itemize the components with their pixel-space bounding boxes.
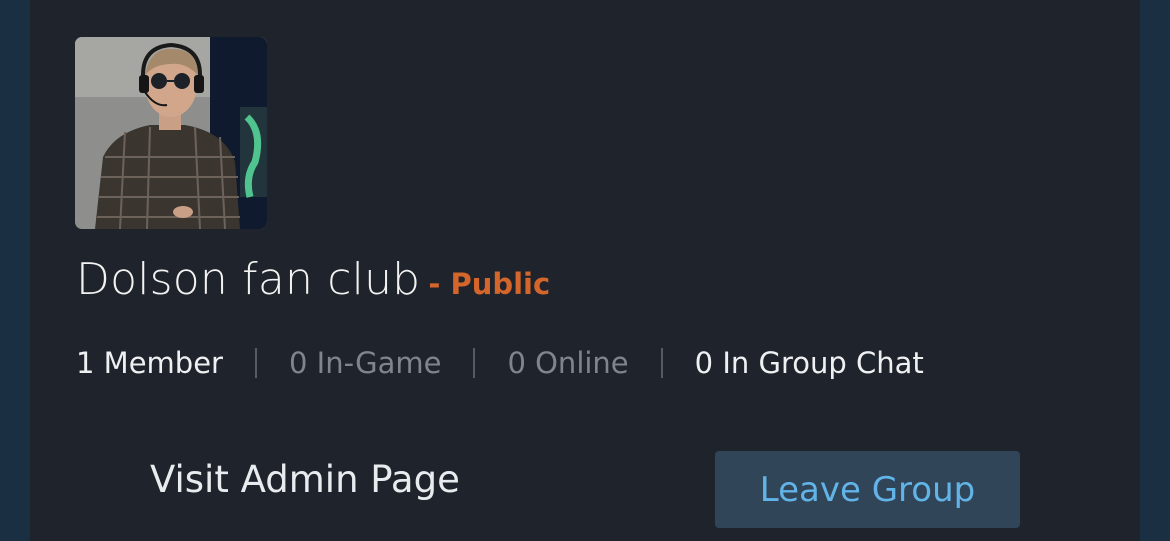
group-avatar — [75, 37, 267, 229]
member-count[interactable]: 1 Member — [76, 346, 223, 380]
divider — [660, 348, 663, 378]
leave-group-label: Leave Group — [759, 469, 976, 510]
group-chat-count[interactable]: 0 In Group Chat — [695, 346, 924, 380]
online-count: 0 Online — [507, 346, 629, 380]
group-name: Dolson fan club — [76, 254, 421, 305]
divider — [254, 348, 257, 378]
avatar-photo-icon — [75, 37, 267, 229]
privacy-badge: - Public — [428, 267, 551, 301]
divider — [473, 348, 476, 378]
group-card: Dolson fan club - Public 1 Member 0 In-Ga… — [30, 0, 1140, 541]
group-title-row: Dolson fan club - Public — [76, 254, 550, 305]
leave-group-button[interactable]: Leave Group — [715, 451, 1020, 528]
visit-admin-page-link[interactable]: Visit Admin Page — [150, 458, 460, 501]
in-game-count: 0 In-Game — [288, 346, 442, 380]
group-stats: 1 Member 0 In-Game 0 Online 0 In Group C… — [76, 346, 924, 380]
